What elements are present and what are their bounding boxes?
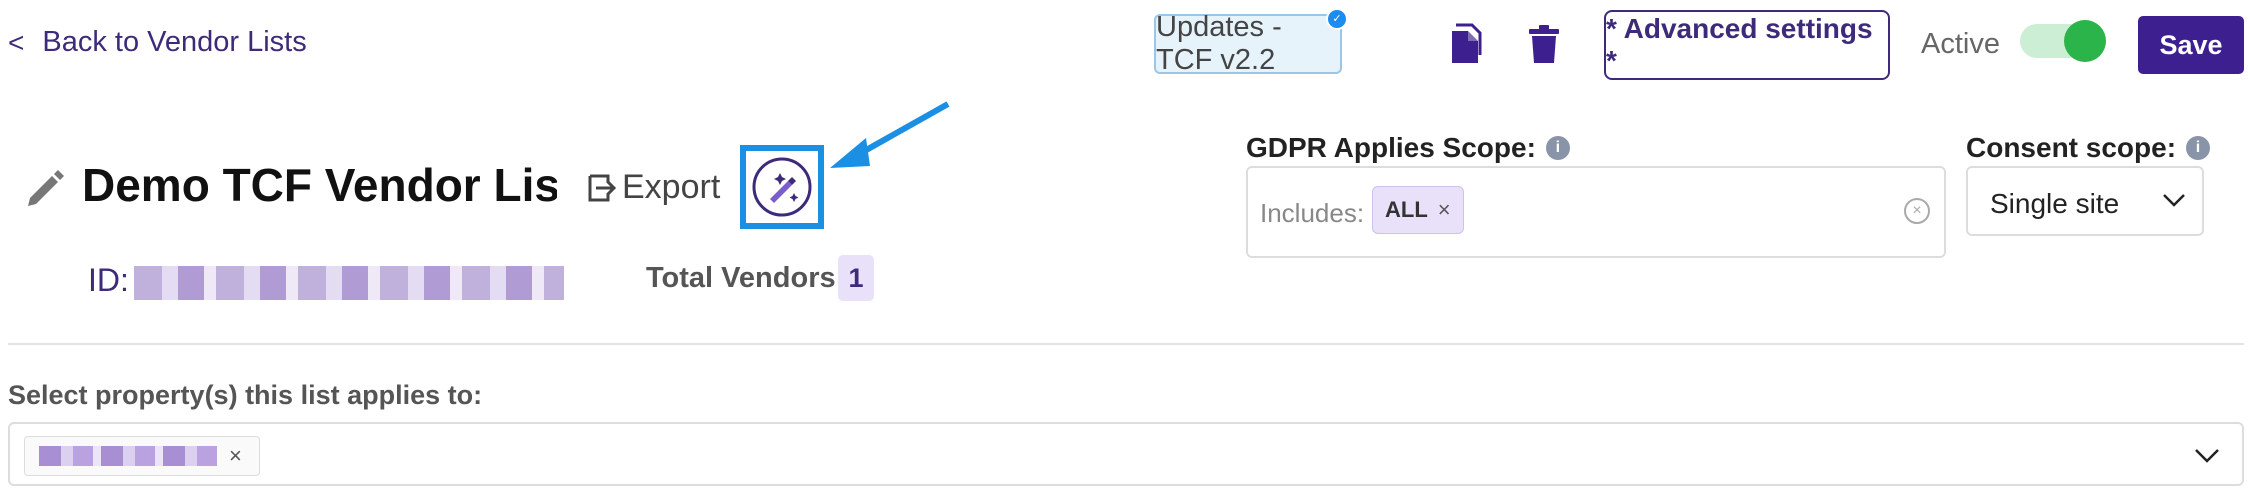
consent-scope-select[interactable]: Single site: [1966, 166, 2204, 236]
gdpr-scope-tag: ALL ×: [1372, 186, 1464, 234]
trash-icon[interactable]: [1522, 22, 1566, 66]
property-select[interactable]: ×: [8, 422, 2244, 486]
gdpr-scope-prefix: Includes:: [1260, 198, 1365, 228]
active-label: Active: [1921, 28, 2000, 60]
export-button[interactable]: Export: [586, 168, 720, 207]
remove-tag-icon[interactable]: ×: [229, 443, 242, 469]
info-icon[interactable]: i: [1545, 136, 1570, 160]
gdpr-scope-label: GDPR Applies Scope: i: [1246, 132, 1570, 164]
property-select-label: Select property(s) this list applies to:: [8, 380, 483, 410]
consent-scope-label-text: Consent scope:: [1966, 132, 2177, 163]
advanced-settings-label: * Advanced settings *: [1606, 13, 1873, 76]
export-label: Export: [622, 168, 721, 206]
property-tag-redacted: [39, 446, 217, 466]
consent-scope-value: Single site: [1990, 188, 2120, 219]
chevron-down-icon: [2195, 449, 2219, 463]
update-badge[interactable]: Updates - TCF v2.2 ✓: [1154, 8, 1348, 76]
callout-arrow: [830, 101, 950, 168]
property-tag: ×: [24, 436, 260, 476]
gdpr-scope-label-text: GDPR Applies Scope:: [1246, 132, 1536, 163]
remove-tag-icon[interactable]: ×: [1438, 197, 1451, 223]
save-label: Save: [2159, 29, 2223, 60]
export-icon: [588, 174, 616, 201]
pencil-icon[interactable]: [24, 168, 66, 210]
magic-wand-icon: [752, 157, 812, 217]
update-badge-label: Updates - TCF v2.2: [1156, 11, 1282, 76]
chevron-left-icon: <: [8, 26, 25, 58]
active-toggle[interactable]: [2020, 20, 2106, 62]
save-button[interactable]: Save: [2138, 16, 2244, 74]
back-link-label: Back to Vendor Lists: [42, 26, 307, 58]
chevron-down-icon: [2163, 194, 2185, 207]
back-to-vendor-lists-link[interactable]: < Back to Vendor Lists: [8, 26, 307, 59]
id-label: ID:: [88, 262, 129, 298]
magic-wand-button[interactable]: [740, 145, 824, 229]
toggle-knob: [2064, 20, 2106, 62]
divider: [8, 343, 2244, 345]
info-icon[interactable]: i: [2186, 136, 2211, 160]
gdpr-scope-tag-label: ALL: [1385, 197, 1428, 222]
copy-icon[interactable]: [1445, 22, 1485, 66]
clear-icon[interactable]: ×: [1904, 198, 1930, 224]
page-title[interactable]: Demo TCF Vendor List: [82, 158, 557, 212]
total-vendors-label: Total Vendors: [646, 262, 836, 294]
total-vendors-count: 1: [838, 255, 874, 301]
advanced-settings-button[interactable]: * Advanced settings *: [1604, 10, 1890, 80]
check-icon: ✓: [1326, 8, 1348, 30]
gdpr-scope-select[interactable]: Includes: ALL × ×: [1246, 166, 1946, 258]
consent-scope-label: Consent scope: i: [1966, 132, 2211, 164]
id-value-redacted: [134, 266, 564, 300]
